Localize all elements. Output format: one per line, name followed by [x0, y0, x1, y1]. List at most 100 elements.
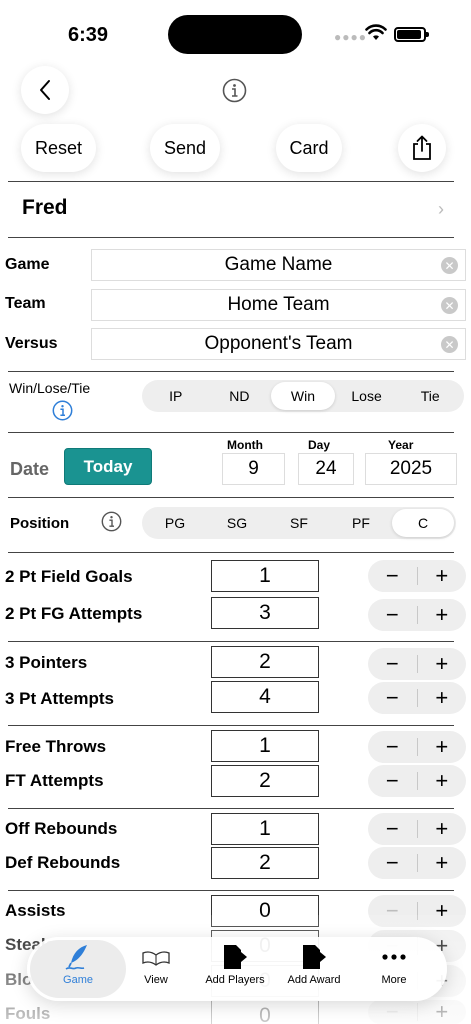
info-icon[interactable] [52, 400, 73, 421]
game-name-input[interactable]: Game Name ✕ [91, 249, 466, 281]
reset-button[interactable]: Reset [21, 124, 96, 172]
stat-stepper[interactable]: −+ [368, 648, 466, 680]
stat-label: Off Rebounds [5, 819, 118, 838]
divider [8, 432, 454, 433]
position-option-sg[interactable]: SG [206, 509, 268, 537]
card-button[interactable]: Card [276, 124, 342, 172]
position-option-pg[interactable]: PG [144, 509, 206, 537]
stat-value-input[interactable]: 0 [211, 1000, 319, 1024]
info-icon[interactable] [222, 78, 247, 103]
plus-icon[interactable]: + [418, 895, 467, 927]
stat-value-input[interactable]: 2 [211, 847, 319, 879]
clear-icon[interactable]: ✕ [441, 297, 458, 314]
stat-value-input[interactable]: 3 [211, 597, 319, 629]
add-document-icon [221, 943, 249, 971]
plus-icon[interactable]: + [418, 996, 467, 1024]
stat-value-input[interactable]: 2 [211, 646, 319, 678]
clear-icon[interactable]: ✕ [441, 257, 458, 274]
team-input[interactable]: Home Team ✕ [91, 289, 466, 321]
plus-icon[interactable]: + [418, 765, 467, 797]
result-option-nd[interactable]: ND [208, 382, 272, 410]
minus-icon[interactable]: − [368, 682, 417, 714]
status-time: 6:39 [68, 24, 109, 46]
minus-icon[interactable]: − [368, 599, 417, 631]
plus-icon[interactable]: + [418, 682, 467, 714]
stat-value-input[interactable]: 4 [211, 681, 319, 713]
plus-icon[interactable]: + [418, 731, 467, 763]
tab-add-players[interactable]: Add Players [199, 943, 271, 995]
plus-icon[interactable]: + [418, 599, 467, 631]
stat-label: FT Attempts [5, 771, 104, 790]
minus-icon[interactable]: − [368, 847, 417, 879]
tab-more[interactable]: More [372, 943, 416, 995]
stat-stepper[interactable]: −+ [368, 895, 466, 927]
minus-icon[interactable]: − [368, 895, 417, 927]
stat-stepper[interactable]: −+ [368, 599, 466, 631]
stat-stepper[interactable]: −+ [368, 813, 466, 845]
plus-icon[interactable]: + [418, 560, 467, 592]
stat-label: Free Throws [5, 737, 107, 756]
result-option-lose[interactable]: Lose [335, 382, 399, 410]
wifi-icon [365, 24, 387, 40]
result-segmented-control[interactable]: IP ND Win Lose Tie [142, 380, 464, 412]
stat-value-input[interactable]: 1 [211, 813, 319, 845]
stat-stepper[interactable]: −+ [368, 847, 466, 879]
add-award-icon [300, 943, 328, 971]
stat-value-input[interactable]: 1 [211, 560, 319, 592]
stat-label: 3 Pt Attempts [5, 689, 114, 708]
tab-view[interactable]: View [132, 943, 180, 995]
divider [8, 725, 454, 726]
plus-icon[interactable]: + [418, 847, 467, 879]
plus-icon[interactable]: + [418, 648, 467, 680]
share-button[interactable] [398, 124, 446, 172]
plus-icon[interactable]: + [418, 813, 467, 845]
divider [8, 497, 454, 498]
month-input[interactable]: 9 [222, 453, 285, 485]
stat-label: Fouls [5, 1004, 51, 1023]
day-input[interactable]: 24 [298, 453, 354, 485]
stat-stepper[interactable]: −+ [368, 560, 466, 592]
tab-game[interactable]: Game [30, 943, 126, 995]
minus-icon[interactable]: − [368, 813, 417, 845]
back-button[interactable] [21, 66, 69, 114]
stat-value-input[interactable]: 2 [211, 765, 319, 797]
stat-value-input[interactable]: 0 [211, 895, 319, 927]
stat-stepper[interactable]: −+ [368, 765, 466, 797]
minus-icon[interactable]: − [368, 765, 417, 797]
tab-game-label: Game [63, 974, 93, 986]
tab-more-label: More [381, 974, 407, 986]
year-input[interactable]: 2025 [365, 453, 457, 485]
game-label: Game [5, 256, 50, 273]
result-option-win[interactable]: Win [271, 382, 335, 410]
today-button[interactable]: Today [64, 448, 152, 485]
team-label: Team [5, 295, 46, 312]
clear-icon[interactable]: ✕ [441, 336, 458, 353]
result-option-tie[interactable]: Tie [398, 382, 462, 410]
result-label: Win/Lose/Tie [9, 380, 91, 396]
quill-icon [63, 943, 93, 971]
position-option-sf[interactable]: SF [268, 509, 330, 537]
stat-label: 3 Pointers [5, 653, 88, 672]
tab-add-players-label: Add Players [205, 974, 265, 986]
versus-input[interactable]: Opponent's Team ✕ [91, 328, 466, 360]
versus-label: Versus [5, 335, 58, 352]
minus-icon[interactable]: − [368, 648, 417, 680]
info-icon[interactable] [101, 511, 122, 532]
dynamic-island [168, 15, 302, 54]
share-icon [413, 135, 431, 160]
divider [8, 552, 454, 553]
result-option-ip[interactable]: IP [144, 382, 208, 410]
player-name[interactable]: Fred [22, 196, 68, 220]
stat-stepper[interactable]: −+ [368, 682, 466, 714]
stat-stepper[interactable]: −+ [368, 731, 466, 763]
battery-icon [394, 27, 429, 42]
position-option-c[interactable]: C [392, 509, 454, 537]
minus-icon[interactable]: − [368, 560, 417, 592]
send-button[interactable]: Send [150, 124, 220, 172]
position-segmented-control[interactable]: PG SG SF PF C [142, 507, 456, 539]
minus-icon[interactable]: − [368, 731, 417, 763]
tab-add-award[interactable]: Add Award [281, 943, 347, 995]
stat-stepper[interactable]: −+ [368, 999, 466, 1024]
position-option-pf[interactable]: PF [330, 509, 392, 537]
stat-value-input[interactable]: 1 [211, 730, 319, 762]
